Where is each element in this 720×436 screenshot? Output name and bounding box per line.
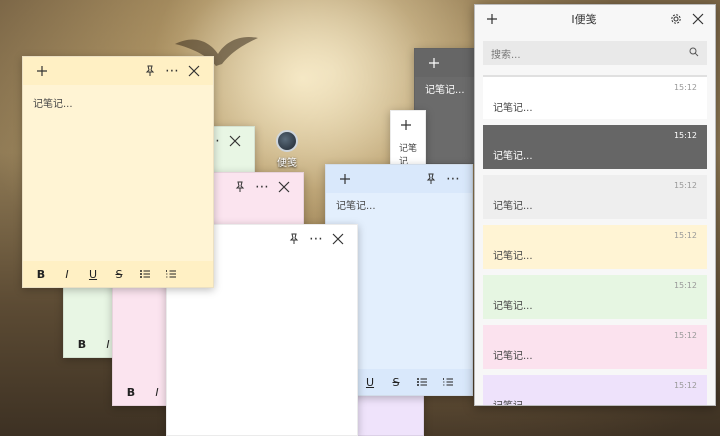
underline-button[interactable]: U <box>83 264 103 284</box>
note-card[interactable]: 15:12 记笔记... <box>483 375 707 405</box>
note-card[interactable]: 15:12 记笔记... <box>483 175 707 219</box>
add-icon[interactable] <box>481 8 503 30</box>
bold-button[interactable]: B <box>31 264 51 284</box>
close-icon[interactable] <box>327 228 349 250</box>
add-icon[interactable] <box>31 60 53 82</box>
note-time: 15:12 <box>673 381 697 390</box>
numbered-list-icon[interactable] <box>438 372 458 392</box>
close-icon[interactable] <box>273 176 295 198</box>
format-toolbar: B I U S <box>23 261 213 287</box>
note-preview: 记笔记... <box>493 151 533 162</box>
bullet-list-icon[interactable] <box>412 372 432 392</box>
pin-icon[interactable] <box>420 168 442 190</box>
note-time: 15:12 <box>673 83 697 92</box>
strikethrough-button[interactable]: S <box>386 372 406 392</box>
close-icon[interactable] <box>687 8 709 30</box>
more-icon[interactable]: ⋯ <box>251 176 273 198</box>
note-time: 15:12 <box>673 231 697 240</box>
note-preview: 记笔记... <box>493 301 533 312</box>
italic-button[interactable]: I <box>57 264 77 284</box>
note-preview: 记笔记... <box>493 201 533 212</box>
more-icon[interactable]: ⋯ <box>305 228 327 250</box>
note-preview: 记笔记... <box>493 103 533 114</box>
bullet-list-icon[interactable] <box>135 264 155 284</box>
note-time: 15:12 <box>673 331 697 340</box>
note-text[interactable]: 记笔记... <box>23 85 213 114</box>
gear-icon[interactable] <box>665 8 687 30</box>
note-card[interactable]: 15:12 记笔记... <box>483 325 707 369</box>
search-input[interactable]: 搜索... <box>483 41 707 65</box>
numbered-list-icon[interactable] <box>161 264 181 284</box>
note-titlebar[interactable]: ⋯ <box>326 165 472 193</box>
note-preview: 记笔记... <box>493 351 533 362</box>
italic-button[interactable]: I <box>147 382 167 402</box>
note-titlebar[interactable] <box>391 111 425 139</box>
note-titlebar[interactable]: ⋯ <box>23 57 213 85</box>
desktop-icon-sticky-notes[interactable]: 便笺 <box>270 130 304 169</box>
sticky-notes-app-icon <box>276 130 298 152</box>
search-icon[interactable] <box>689 47 699 60</box>
note-preview: 记笔记... <box>493 251 533 262</box>
note-time: 15:12 <box>673 131 697 140</box>
note-time: 15:12 <box>673 281 697 290</box>
hub-titlebar: I便笺 <box>475 5 715 33</box>
add-icon[interactable] <box>395 114 417 136</box>
note-text[interactable]: 记笔记... <box>326 193 472 216</box>
note-text[interactable]: 记笔记... <box>415 77 477 100</box>
add-icon[interactable] <box>334 168 356 190</box>
more-icon[interactable]: ⋯ <box>161 60 183 82</box>
note-preview: 记笔记... <box>493 397 533 405</box>
notes-list: 15:12 记笔记... 15:12 记笔记... 15:12 记笔记... 1… <box>483 75 707 405</box>
underline-button[interactable]: U <box>360 372 380 392</box>
pin-icon[interactable] <box>283 228 305 250</box>
search-placeholder: 搜索... <box>491 49 521 61</box>
pin-icon[interactable] <box>229 176 251 198</box>
more-icon[interactable]: ⋯ <box>442 168 464 190</box>
note-card[interactable]: 15:12 记笔记... <box>483 225 707 269</box>
sticky-note-purple[interactable] <box>356 392 424 436</box>
close-icon[interactable] <box>224 130 246 152</box>
sticky-note-yellow[interactable]: ⋯ 记笔记... B I U S <box>22 56 214 288</box>
close-icon[interactable] <box>183 60 205 82</box>
note-time: 15:12 <box>673 181 697 190</box>
bold-button[interactable]: B <box>121 382 141 402</box>
sticky-notes-list-window: I便笺 搜索... 15:12 记笔记... 15:12 记笔记... 15:1… <box>474 4 716 406</box>
bold-button[interactable]: B <box>72 334 92 354</box>
note-titlebar[interactable] <box>415 49 477 77</box>
note-card[interactable]: 15:12 记笔记... <box>483 275 707 319</box>
hub-title: I便笺 <box>571 13 597 26</box>
strikethrough-button[interactable]: S <box>109 264 129 284</box>
note-card[interactable]: 15:12 记笔记... <box>483 125 707 169</box>
pin-icon[interactable] <box>139 60 161 82</box>
desktop-icon-label: 便笺 <box>277 158 297 169</box>
note-card[interactable]: 15:12 记笔记... <box>483 75 707 119</box>
add-icon[interactable] <box>423 52 445 74</box>
